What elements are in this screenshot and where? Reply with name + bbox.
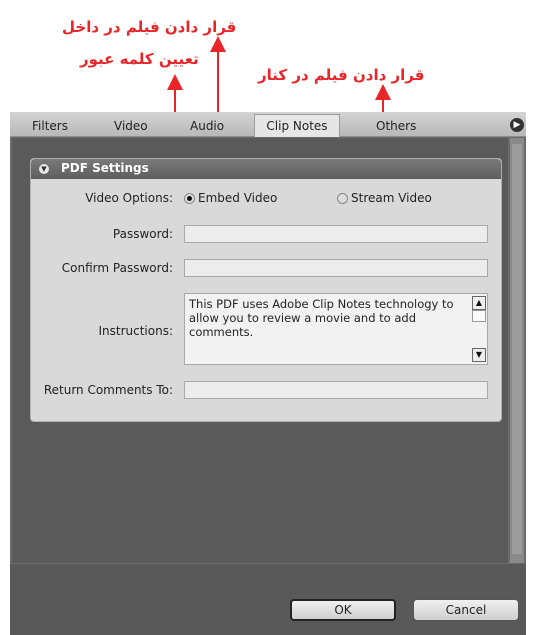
- return-comments-label: Return Comments To:: [43, 383, 173, 397]
- pdf-settings-group: ▼ PDF Settings Video Options: Embed Vide…: [30, 158, 502, 422]
- annotation-stream-beside: قرار دادن فیلم در کنار: [258, 66, 425, 84]
- tab-video[interactable]: Video: [114, 116, 148, 136]
- video-options-label: Video Options:: [85, 191, 173, 205]
- dialog-footer: OK Cancel: [10, 564, 526, 635]
- export-settings-dialog: Filters Video Audio Clip Notes Others ▶ …: [10, 112, 526, 635]
- cancel-button[interactable]: Cancel: [413, 599, 519, 621]
- tab-audio[interactable]: Audio: [190, 116, 224, 136]
- scroll-down-icon[interactable]: ▼: [472, 348, 486, 362]
- instructions-text: This PDF uses Adobe Clip Notes technolog…: [189, 297, 454, 339]
- tab-scroll-right-icon[interactable]: ▶: [510, 118, 524, 132]
- tab-filters[interactable]: Filters: [32, 116, 68, 136]
- confirm-password-label: Confirm Password:: [61, 261, 173, 275]
- password-field[interactable]: [184, 225, 488, 243]
- tab-clip-notes[interactable]: Clip Notes: [254, 114, 340, 137]
- annotation-embed-inside: قرار دادن فیلم در داخل: [62, 18, 237, 36]
- stream-video-radio[interactable]: [337, 193, 348, 204]
- instructions-label: Instructions:: [98, 324, 173, 338]
- embed-video-radio[interactable]: [184, 193, 195, 204]
- password-label: Password:: [112, 227, 173, 241]
- confirm-password-field[interactable]: [184, 259, 488, 277]
- return-comments-field[interactable]: [184, 381, 488, 399]
- pdf-settings-title: PDF Settings: [61, 161, 149, 175]
- tab-bar: Filters Video Audio Clip Notes Others ▶: [10, 112, 526, 137]
- textarea-scroll-thumb[interactable]: [472, 310, 486, 322]
- ok-button[interactable]: OK: [290, 599, 396, 621]
- pdf-settings-header[interactable]: ▼ PDF Settings: [31, 159, 501, 179]
- embed-video-label[interactable]: Embed Video: [198, 191, 277, 205]
- annotation-set-password: تعیین کلمه عبور: [80, 50, 199, 68]
- scroll-up-icon[interactable]: ▲: [472, 296, 486, 310]
- collapse-icon[interactable]: ▼: [39, 164, 49, 174]
- content-scrollbar[interactable]: [510, 138, 524, 563]
- instructions-textarea[interactable]: This PDF uses Adobe Clip Notes technolog…: [184, 293, 488, 365]
- stream-video-label[interactable]: Stream Video: [351, 191, 432, 205]
- content-scrollbar-thumb[interactable]: [512, 144, 522, 554]
- tab-others[interactable]: Others: [376, 116, 416, 136]
